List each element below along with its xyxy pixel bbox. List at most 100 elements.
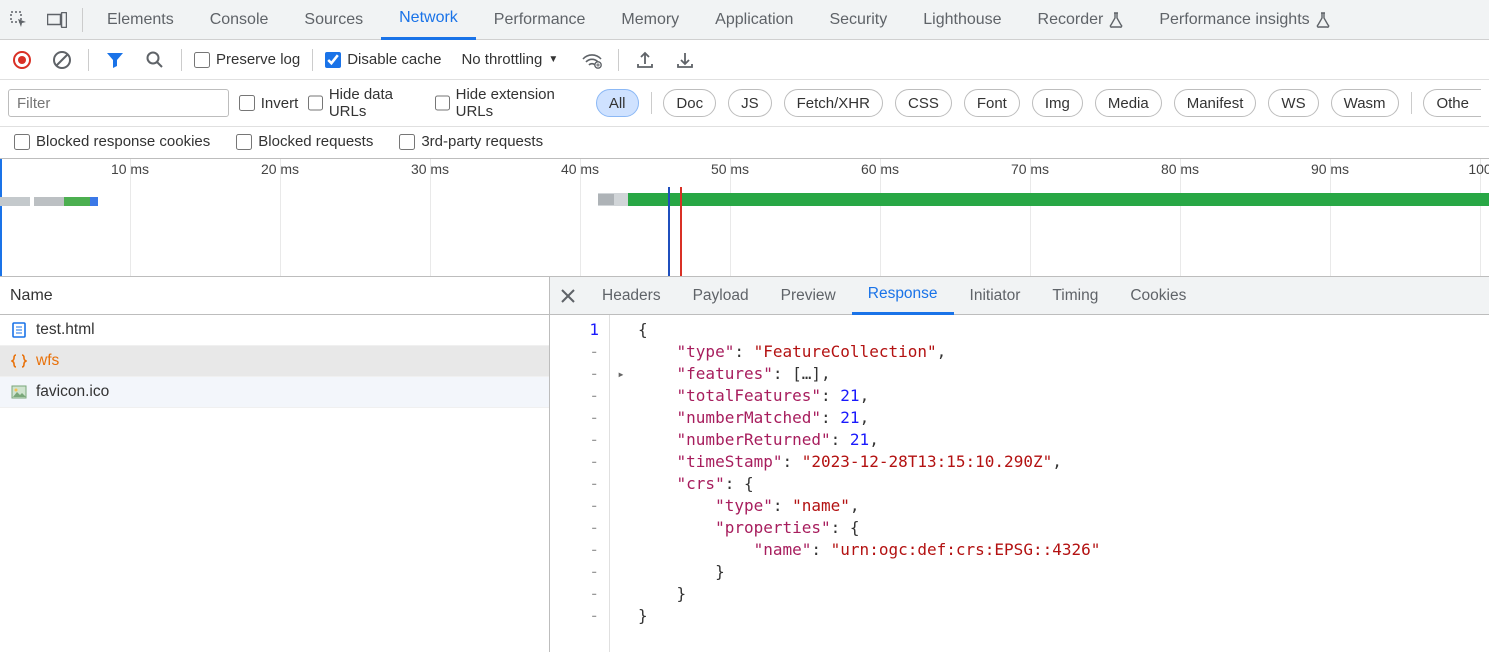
request-list: Name test.html wfs favicon.ico [0, 277, 550, 652]
tab-performance-insights[interactable]: Performance insights [1141, 0, 1347, 40]
code-gutter: 1------------- [550, 315, 610, 652]
waterfall-overview[interactable]: 10 ms20 ms30 ms40 ms50 ms60 ms70 ms80 ms… [0, 159, 1489, 277]
request-row[interactable]: favicon.ico [0, 377, 549, 408]
timeline-tick-label: 90 ms [1311, 161, 1349, 177]
clear-button[interactable] [48, 46, 76, 74]
detail-tab-payload[interactable]: Payload [677, 277, 765, 315]
record-button[interactable] [8, 46, 36, 74]
divider [82, 8, 83, 32]
filter-bar-2: Blocked response cookies Blocked request… [0, 127, 1489, 159]
filter-toggle-icon[interactable] [101, 46, 129, 74]
timeline-cursor[interactable] [0, 159, 2, 276]
invert-input[interactable] [239, 95, 255, 111]
response-body[interactable]: 1------------- ▸ { "type": "FeatureColle… [550, 315, 1489, 652]
request-name: favicon.ico [36, 383, 109, 401]
code-fold-column: ▸ [610, 315, 632, 652]
third-party-requests-input[interactable] [399, 134, 415, 150]
timeline-tick-label: 40 ms [561, 161, 599, 177]
type-filter-manifest[interactable]: Manifest [1174, 89, 1257, 117]
close-detail-button[interactable] [550, 277, 586, 315]
tab-lighthouse[interactable]: Lighthouse [905, 0, 1019, 40]
hide-extension-urls-input[interactable] [435, 95, 450, 111]
dom-content-loaded-line [668, 187, 670, 276]
timeline-tick-label: 70 ms [1011, 161, 1049, 177]
tab-console[interactable]: Console [192, 0, 287, 40]
disable-cache-input[interactable] [325, 52, 341, 68]
invert-label: Invert [261, 95, 299, 112]
timeline-tick-label: 60 ms [861, 161, 899, 177]
blocked-requests-input[interactable] [236, 134, 252, 150]
third-party-requests-checkbox[interactable]: 3rd-party requests [399, 133, 543, 150]
tab-memory[interactable]: Memory [603, 0, 697, 40]
tab-performance[interactable]: Performance [476, 0, 604, 40]
blocked-requests-label: Blocked requests [258, 133, 373, 150]
timeline-bar-request-1 [0, 197, 98, 206]
preserve-log-label: Preserve log [216, 51, 300, 68]
load-event-line [680, 187, 682, 276]
code-content: { "type": "FeatureCollection", "features… [632, 315, 1100, 652]
detail-tab-initiator[interactable]: Initiator [954, 277, 1037, 315]
type-filter-other[interactable]: Othe [1423, 89, 1481, 117]
request-list-header-name[interactable]: Name [0, 277, 549, 315]
invert-checkbox[interactable]: Invert [239, 95, 299, 112]
json-icon [10, 352, 28, 370]
tab-application[interactable]: Application [697, 0, 811, 40]
filter-input[interactable] [8, 89, 229, 117]
detail-tab-response[interactable]: Response [852, 277, 954, 315]
devtools-top-tabs: Elements Console Sources Network Perform… [0, 0, 1489, 40]
type-filter-img[interactable]: Img [1032, 89, 1083, 117]
chevron-down-icon: ▼ [548, 54, 558, 65]
detail-tab-cookies[interactable]: Cookies [1114, 277, 1202, 315]
type-filter-wasm[interactable]: Wasm [1331, 89, 1399, 117]
divider [312, 49, 313, 71]
document-icon [10, 321, 28, 339]
image-icon [10, 383, 28, 401]
blocked-response-cookies-checkbox[interactable]: Blocked response cookies [14, 133, 210, 150]
network-conditions-icon[interactable] [578, 46, 606, 74]
flask-icon [1109, 12, 1123, 28]
throttling-label: No throttling [461, 51, 542, 68]
type-filter-doc[interactable]: Doc [663, 89, 716, 117]
filter-bar: Invert Hide data URLs Hide extension URL… [0, 80, 1489, 127]
inspect-element-icon[interactable] [4, 5, 34, 35]
type-filter-css[interactable]: CSS [895, 89, 952, 117]
hide-data-urls-input[interactable] [308, 95, 323, 111]
detail-tab-timing[interactable]: Timing [1036, 277, 1114, 315]
type-filter-media[interactable]: Media [1095, 89, 1162, 117]
type-filter-all[interactable]: All [596, 89, 639, 117]
blocked-requests-checkbox[interactable]: Blocked requests [236, 133, 373, 150]
search-icon[interactable] [141, 46, 169, 74]
device-toolbar-icon[interactable] [42, 5, 72, 35]
hide-data-urls-checkbox[interactable]: Hide data URLs [308, 86, 425, 120]
tab-recorder-label: Recorder [1038, 11, 1104, 29]
type-filter-js[interactable]: JS [728, 89, 772, 117]
disable-cache-checkbox[interactable]: Disable cache [325, 51, 441, 68]
request-row[interactable]: test.html [0, 315, 549, 346]
detail-tab-headers[interactable]: Headers [586, 277, 677, 315]
fold-toggle-icon[interactable]: ▸ [610, 363, 632, 385]
type-filter-font[interactable]: Font [964, 89, 1020, 117]
throttling-dropdown[interactable]: No throttling ▼ [453, 51, 566, 68]
blocked-response-cookies-input[interactable] [14, 134, 30, 150]
tab-security[interactable]: Security [811, 0, 905, 40]
timeline-tick-label: 100 [1468, 161, 1489, 177]
type-filter-fetch-xhr[interactable]: Fetch/XHR [784, 89, 883, 117]
divider [1411, 92, 1412, 114]
request-name: wfs [36, 352, 59, 370]
detail-tab-preview[interactable]: Preview [765, 277, 852, 315]
tab-sources[interactable]: Sources [286, 0, 381, 40]
tab-elements[interactable]: Elements [89, 0, 192, 40]
divider [181, 49, 182, 71]
hide-extension-urls-checkbox[interactable]: Hide extension URLs [435, 86, 584, 120]
type-filter-ws[interactable]: WS [1268, 89, 1318, 117]
timeline-tick-label: 10 ms [111, 161, 149, 177]
tab-recorder[interactable]: Recorder [1020, 0, 1142, 40]
preserve-log-input[interactable] [194, 52, 210, 68]
export-har-icon[interactable] [631, 46, 659, 74]
request-row[interactable]: wfs [0, 346, 549, 377]
hide-data-urls-label: Hide data URLs [329, 86, 425, 120]
preserve-log-checkbox[interactable]: Preserve log [194, 51, 300, 68]
import-har-icon[interactable] [671, 46, 699, 74]
timeline-tick-label: 50 ms [711, 161, 749, 177]
tab-network[interactable]: Network [381, 0, 476, 40]
